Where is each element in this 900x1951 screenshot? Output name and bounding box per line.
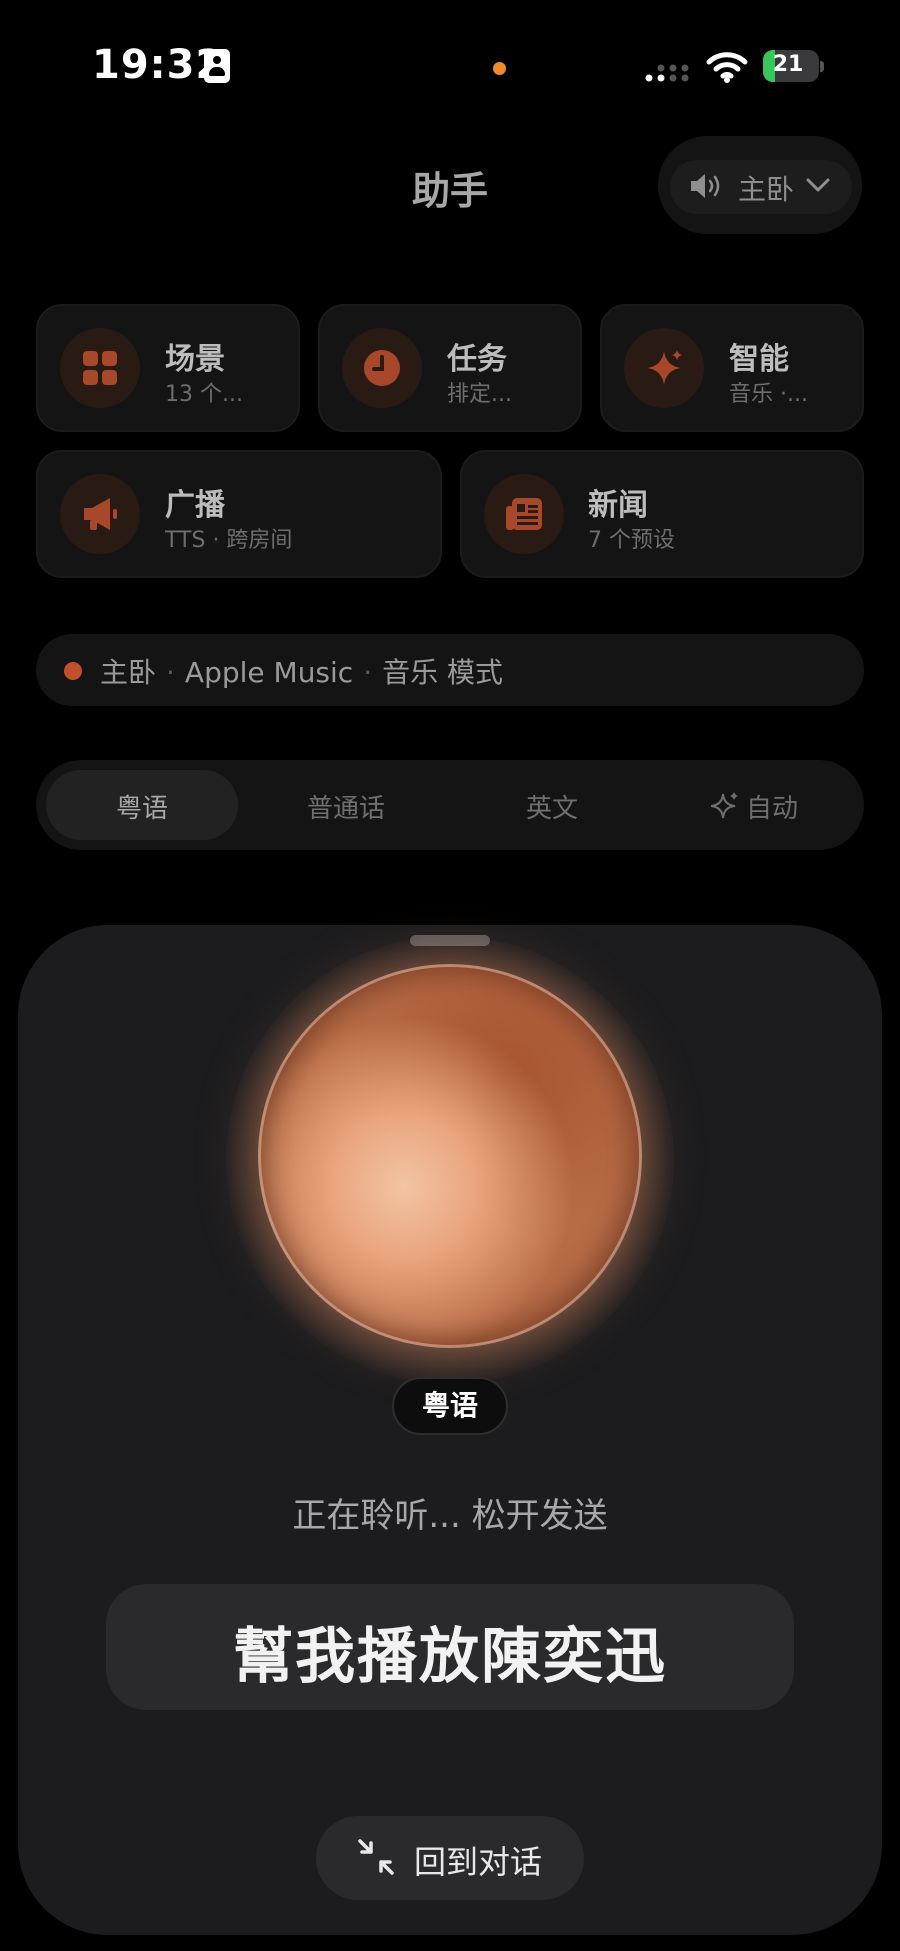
smart-subtitle: 音乐 ·... — [729, 382, 808, 407]
grid-icon — [60, 328, 140, 408]
sparkle-icon — [624, 328, 704, 408]
tasks-title: 任务 — [447, 342, 507, 377]
voice-orb[interactable] — [258, 964, 642, 1348]
megaphone-icon — [60, 474, 140, 554]
now-playing-mode: 音乐 模式 — [382, 656, 504, 689]
current-language-chip: 粤语 — [392, 1377, 508, 1435]
scenes-subtitle: 13 个... — [165, 382, 243, 407]
contact-card-icon — [204, 49, 230, 83]
now-playing-text: 主卧 · Apple Music · 音乐 模式 — [100, 656, 504, 689]
battery-indicator: 21 — [763, 50, 819, 82]
tab-auto[interactable]: 自动 — [746, 788, 814, 825]
battery-level: 21 — [772, 52, 804, 77]
clock-icon — [342, 328, 422, 408]
sparkle-icon — [710, 792, 738, 819]
scenes-title: 场景 — [165, 342, 225, 377]
chevron-down-icon — [806, 178, 830, 192]
speaker-icon — [691, 174, 720, 198]
wifi-icon — [706, 52, 748, 83]
listening-status: 正在聆听... 松开发送 — [292, 1496, 608, 1536]
collapse-icon — [358, 1839, 394, 1875]
broadcast-title: 广播 — [165, 488, 225, 523]
tab-cantonese[interactable]: 粤语 — [46, 788, 238, 825]
newspaper-icon — [484, 474, 564, 554]
transcript-text: 幫我播放陳奕迅 — [233, 1622, 667, 1692]
mic-in-use-indicator — [493, 62, 506, 75]
now-playing-source: Apple Music — [184, 656, 354, 689]
cellular-signal-icon — [645, 64, 689, 82]
smart-title: 智能 — [729, 342, 789, 377]
now-playing-room: 主卧 — [100, 656, 157, 689]
tab-english[interactable]: 英文 — [456, 788, 648, 825]
room-selector-label: 主卧 — [738, 173, 795, 206]
battery-cap — [820, 61, 824, 72]
news-title: 新闻 — [588, 488, 648, 523]
tasks-subtitle: 排定... — [447, 382, 512, 407]
news-subtitle: 7 个预设 — [588, 528, 675, 553]
broadcast-subtitle: TTS · 跨房间 — [165, 528, 293, 553]
status-dot — [64, 662, 82, 680]
back-to-conversation-label: 回到对话 — [414, 1843, 543, 1881]
tab-mandarin[interactable]: 普通话 — [250, 788, 442, 825]
